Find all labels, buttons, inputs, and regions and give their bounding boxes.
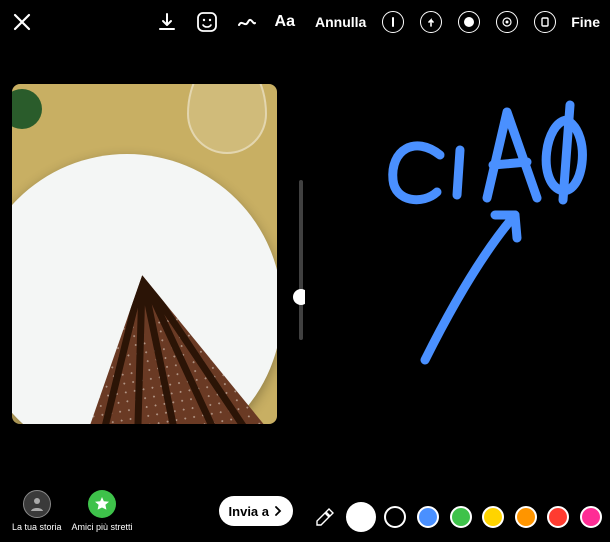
pen-tool-2-icon[interactable] — [420, 11, 442, 33]
send-to-label: Invia a — [229, 504, 269, 519]
story-composer-panel: Aa La tua storia — [0, 0, 305, 542]
close-friends-label: Amici più stretti — [72, 522, 133, 532]
color-swatch-white[interactable] — [348, 504, 374, 530]
pen-tool-3-icon[interactable] — [458, 11, 480, 33]
color-swatch-yellow[interactable] — [482, 506, 504, 528]
chevron-right-icon — [273, 506, 283, 516]
text-tool-icon[interactable]: Aa — [275, 13, 295, 31]
done-button[interactable]: Fine — [571, 14, 600, 30]
your-story-destination[interactable]: La tua storia — [12, 490, 62, 532]
draw-icon[interactable] — [235, 10, 259, 34]
sticker-icon[interactable] — [195, 10, 219, 34]
left-bottom-bar: La tua storia Amici più stretti Invia a — [0, 490, 305, 532]
left-toolbar: Aa — [0, 0, 305, 44]
eyedropper-icon[interactable] — [313, 505, 337, 529]
brush-size-slider[interactable] — [299, 180, 303, 340]
pen-tool-4-icon[interactable] — [496, 11, 518, 33]
color-palette — [313, 504, 602, 530]
close-friends-destination[interactable]: Amici più stretti — [72, 490, 133, 532]
star-icon — [88, 490, 116, 518]
close-icon[interactable] — [10, 10, 34, 34]
color-swatch-pink[interactable] — [580, 506, 602, 528]
download-icon[interactable] — [155, 10, 179, 34]
pen-tool-1-icon[interactable] — [382, 11, 404, 33]
drawing-canvas[interactable] — [305, 0, 610, 542]
avatar-icon — [23, 490, 51, 518]
color-swatch-green[interactable] — [450, 506, 472, 528]
story-photo[interactable] — [12, 84, 277, 424]
color-swatch-orange[interactable] — [515, 506, 537, 528]
your-story-label: La tua storia — [12, 522, 62, 532]
color-swatch-black[interactable] — [384, 506, 406, 528]
drawing-panel: Annulla Fine — [305, 0, 610, 542]
right-toolbar: Annulla Fine — [305, 0, 610, 44]
cancel-button[interactable]: Annulla — [315, 14, 366, 30]
color-swatch-red[interactable] — [547, 506, 569, 528]
color-swatch-blue[interactable] — [417, 506, 439, 528]
eraser-tool-icon[interactable] — [534, 11, 556, 33]
send-to-button[interactable]: Invia a — [219, 496, 293, 526]
